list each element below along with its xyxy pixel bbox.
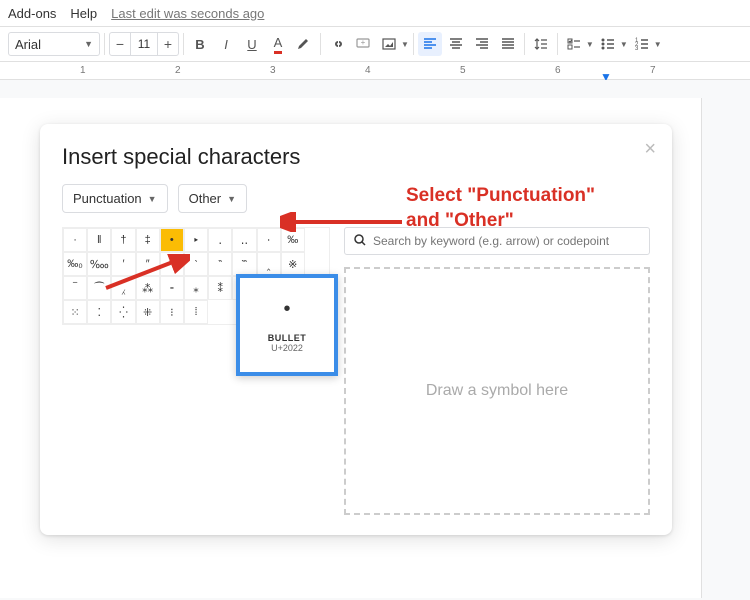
character-cell[interactable]: ‾ — [63, 276, 87, 300]
category-label: Punctuation — [73, 191, 142, 206]
ruler-tick: 3 — [270, 65, 276, 76]
toolbar: Arial ▼ − 11 + B I U A + ▼ ▼ — [0, 26, 750, 62]
draw-placeholder: Draw a symbol here — [426, 382, 568, 400]
character-cell[interactable]: † — [111, 228, 135, 252]
chevron-down-icon: ▼ — [586, 40, 594, 49]
character-cell[interactable]: ‖ — [87, 228, 111, 252]
align-left-button[interactable] — [418, 32, 442, 56]
ruler-tick: 5 — [460, 65, 466, 76]
character-cell[interactable]: • — [160, 228, 184, 252]
highlight-button[interactable] — [292, 32, 316, 56]
align-center-button[interactable] — [444, 32, 468, 56]
category-dropdown[interactable]: Punctuation ▼ — [62, 184, 168, 213]
menu-bar: Add-ons Help Last edit was seconds ago — [0, 0, 750, 26]
annotation-text: Select "Punctuation" and "Other" — [406, 184, 595, 233]
character-cell[interactable]: ‷ — [232, 252, 256, 276]
character-cell[interactable]: ‸ — [257, 252, 281, 276]
ruler-tick: 4 — [365, 65, 371, 76]
ruler-tick: 7 — [650, 65, 656, 76]
annotation-arrow-icon — [280, 212, 406, 232]
tooltip-char: • — [283, 298, 290, 321]
ruler: 1 2 3 4 5 6 ▼ 7 — [0, 62, 750, 80]
annotation-arrow-icon — [100, 254, 190, 294]
character-cell[interactable]: ⁙ — [63, 300, 87, 324]
line-spacing-button[interactable] — [529, 32, 553, 56]
font-selector[interactable]: Arial ▼ — [8, 32, 100, 56]
character-cell[interactable]: ․ — [208, 228, 232, 252]
character-cell[interactable]: ‡ — [136, 228, 160, 252]
ruler-tick: 6 — [555, 65, 561, 76]
search-input[interactable] — [373, 234, 641, 248]
character-cell[interactable]: ‶ — [208, 252, 232, 276]
font-name: Arial — [15, 37, 41, 52]
page-area: × Insert special characters Punctuation … — [0, 80, 750, 600]
character-tooltip: • BULLET U+2022 — [236, 274, 338, 376]
tooltip-code: U+2022 — [271, 343, 303, 353]
character-cell[interactable]: ⁚ — [87, 300, 111, 324]
bold-button[interactable]: B — [188, 32, 212, 56]
ruler-tick: 1 — [80, 65, 86, 76]
character-cell[interactable]: ⁑ — [208, 276, 232, 300]
character-cell[interactable]: ⁞ — [184, 300, 208, 324]
special-characters-dialog: × Insert special characters Punctuation … — [40, 124, 672, 535]
font-size-value[interactable]: 11 — [130, 33, 158, 55]
close-button[interactable]: × — [644, 138, 656, 161]
search-icon — [353, 233, 367, 250]
character-cell[interactable]: ‰₀ — [63, 252, 87, 276]
subcategory-label: Other — [189, 191, 222, 206]
character-cell[interactable]: ‣ — [184, 228, 208, 252]
menu-addons[interactable]: Add-ons — [8, 6, 56, 21]
decrease-size-button[interactable]: − — [110, 33, 130, 55]
comment-button[interactable]: + — [351, 32, 375, 56]
tooltip-name: BULLET — [268, 333, 307, 343]
image-button[interactable] — [377, 32, 401, 56]
draw-symbol-box[interactable]: Draw a symbol here — [344, 267, 650, 515]
chevron-down-icon: ▼ — [148, 194, 157, 204]
edit-status[interactable]: Last edit was seconds ago — [111, 6, 264, 21]
ruler-tick: 2 — [175, 65, 181, 76]
menu-help[interactable]: Help — [70, 6, 97, 21]
svg-text:3: 3 — [635, 46, 639, 52]
character-cell[interactable]: ‧ — [257, 228, 281, 252]
character-cell[interactable]: · — [63, 228, 87, 252]
underline-button[interactable]: U — [240, 32, 264, 56]
search-draw-panel: Draw a symbol here — [344, 227, 650, 515]
checklist-button[interactable] — [562, 32, 586, 56]
document-page[interactable]: × Insert special characters Punctuation … — [0, 98, 702, 598]
character-cell[interactable]: ‥ — [232, 228, 256, 252]
bulleted-list-button[interactable] — [596, 32, 620, 56]
link-button[interactable] — [325, 32, 349, 56]
text-color-button[interactable]: A — [266, 32, 290, 56]
character-cell[interactable]: ※ — [281, 252, 305, 276]
svg-text:+: + — [361, 38, 366, 47]
chevron-down-icon: ▼ — [84, 39, 93, 49]
character-cell[interactable]: ⁝ — [160, 300, 184, 324]
subcategory-dropdown[interactable]: Other ▼ — [178, 184, 247, 213]
character-cell[interactable]: ⁛ — [111, 300, 135, 324]
dialog-title: Insert special characters — [62, 144, 650, 170]
numbered-list-button[interactable]: 123 — [630, 32, 654, 56]
font-size-control: − 11 + — [109, 32, 179, 56]
increase-size-button[interactable]: + — [158, 33, 178, 55]
chevron-down-icon: ▼ — [654, 40, 662, 49]
chevron-down-icon: ▼ — [227, 194, 236, 204]
character-cell[interactable]: ⁜ — [136, 300, 160, 324]
align-right-button[interactable] — [470, 32, 494, 56]
chevron-down-icon: ▼ — [401, 40, 409, 49]
align-justify-button[interactable] — [496, 32, 520, 56]
chevron-down-icon: ▼ — [620, 40, 628, 49]
italic-button[interactable]: I — [214, 32, 238, 56]
